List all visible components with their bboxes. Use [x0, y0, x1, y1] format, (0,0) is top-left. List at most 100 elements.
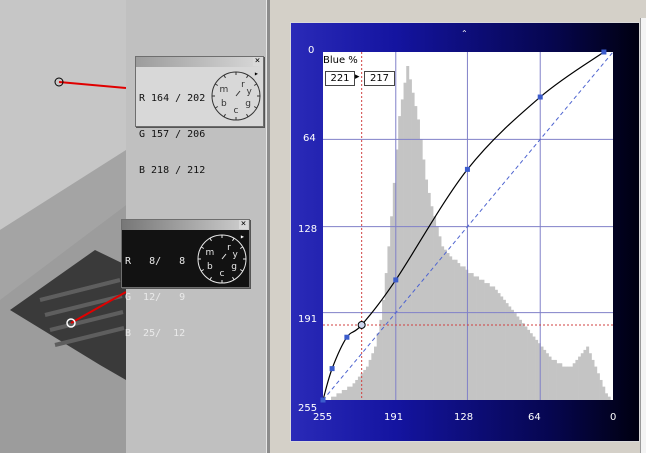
histogram-bar: [344, 389, 348, 400]
histogram-bar: [572, 363, 576, 400]
histogram-bar: [524, 326, 528, 400]
histogram-bar: [586, 346, 590, 400]
histogram-bar: [484, 283, 488, 400]
histogram-bar: [438, 236, 442, 400]
histogram-bar: [374, 346, 378, 400]
dial-letter: g: [231, 262, 237, 272]
dial-tick: [232, 237, 235, 242]
close-icon[interactable]: ×: [239, 220, 248, 229]
dial-tick: [200, 269, 205, 272]
histogram-bar: [602, 386, 606, 400]
control-point[interactable]: [537, 94, 543, 100]
dial-tick: [232, 276, 235, 281]
menu-icon[interactable]: ▸: [254, 69, 259, 78]
dial-tick: [246, 113, 249, 118]
histogram-bar: [336, 393, 340, 400]
control-point[interactable]: [344, 334, 350, 340]
histogram-bar: [341, 389, 345, 400]
histogram-bar: [403, 82, 407, 400]
x-axis-label: 64: [528, 412, 541, 423]
histogram-bar: [561, 366, 565, 400]
color-wheel-dial: rygcbm ▸: [211, 69, 261, 121]
histogram-bar: [529, 333, 533, 400]
histogram-bar: [492, 286, 496, 400]
output-value-field[interactable]: 217: [364, 71, 395, 86]
histogram-bar: [379, 319, 383, 400]
histogram-bar: [548, 356, 552, 400]
selected-control-point[interactable]: [357, 320, 366, 329]
y-axis-label: 191: [298, 314, 318, 325]
probe-titlebar[interactable]: ×: [122, 220, 249, 230]
control-point[interactable]: [329, 366, 335, 372]
menu-icon[interactable]: ▸: [240, 232, 245, 241]
dial-tick: [223, 113, 226, 118]
histogram-bar: [347, 386, 351, 400]
dial-letter: m: [219, 85, 228, 95]
dial-letter: b: [207, 262, 213, 272]
histogram-bar: [446, 253, 450, 400]
control-point[interactable]: [393, 277, 399, 283]
color-probe-top[interactable]: × R 164 / 202 G 157 / 206 B 218 / 212 ry…: [135, 56, 264, 176]
control-point[interactable]: [320, 397, 326, 403]
histogram-bar: [510, 309, 514, 400]
dial-letter: y: [246, 87, 252, 97]
histogram-bar: [398, 116, 402, 400]
probe-titlebar[interactable]: ×: [136, 57, 263, 67]
histogram-bar: [352, 383, 356, 400]
histogram-bar: [468, 273, 471, 400]
dial-letter: b: [221, 99, 227, 109]
histogram-bar: [505, 303, 509, 400]
histogram-bar: [449, 256, 453, 400]
photo-canvas[interactable]: [0, 0, 126, 453]
color-probe-bottom[interactable]: × R 8/ 8 G 12/ 9 B 25/ 12 r y g c b m ▸: [121, 219, 250, 339]
dial-letter: m: [205, 248, 214, 258]
color-wheel-dial: rygcbm ▸: [197, 232, 247, 284]
x-axis-label: 191: [384, 412, 404, 423]
control-point[interactable]: [601, 49, 607, 55]
histogram-bar: [521, 323, 525, 400]
histogram-bar: [454, 259, 458, 400]
histogram-bar: [489, 286, 493, 400]
histogram-bar: [333, 396, 337, 400]
y-axis-label: 0: [308, 45, 315, 56]
histogram-bar: [433, 216, 437, 400]
dial-letter: c: [220, 269, 225, 279]
dial-tick: [200, 246, 205, 249]
histogram-bar: [451, 259, 455, 400]
histogram-bar: [500, 296, 504, 400]
probe-row-g: G 157 / 206: [139, 129, 206, 140]
probe-row-b: B 218 / 212: [139, 165, 206, 176]
close-icon[interactable]: ×: [253, 57, 262, 66]
arrow-right-icon: ▸: [355, 72, 360, 82]
histogram-bar: [486, 283, 490, 400]
histogram-bar: [441, 246, 445, 400]
histogram-bar: [497, 293, 501, 400]
histogram-bar: [390, 216, 394, 400]
histogram-bar: [408, 79, 412, 401]
control-point[interactable]: [464, 166, 470, 172]
x-axis-label: 128: [454, 412, 474, 423]
right-edge-panel: [640, 18, 646, 453]
histogram-bar: [425, 179, 429, 400]
dial-tick: [209, 276, 212, 281]
histogram-bar: [478, 279, 482, 400]
histogram-bar: [382, 299, 386, 400]
histogram-bar: [580, 353, 584, 400]
histogram-bar: [476, 276, 480, 400]
histogram-bar: [559, 363, 563, 400]
dial-tick: [214, 106, 219, 109]
histogram-bar: [481, 279, 485, 400]
probe-values: R 8/ 8 G 12/ 9 B 25/ 12: [125, 232, 185, 364]
dial-tick: [239, 246, 244, 249]
histogram-bar: [578, 356, 582, 400]
histogram-bar: [414, 106, 418, 400]
channel-label: Blue %: [323, 55, 358, 66]
histogram-bar: [355, 379, 359, 400]
histogram-bar: [583, 349, 587, 400]
histogram-bar: [594, 366, 598, 400]
input-value-field[interactable]: 221: [325, 71, 355, 86]
probe-row-g: G 12/ 9: [125, 292, 186, 303]
histogram-bar: [416, 119, 420, 400]
y-axis-label: 64: [303, 133, 316, 144]
histogram-bar: [545, 353, 549, 400]
